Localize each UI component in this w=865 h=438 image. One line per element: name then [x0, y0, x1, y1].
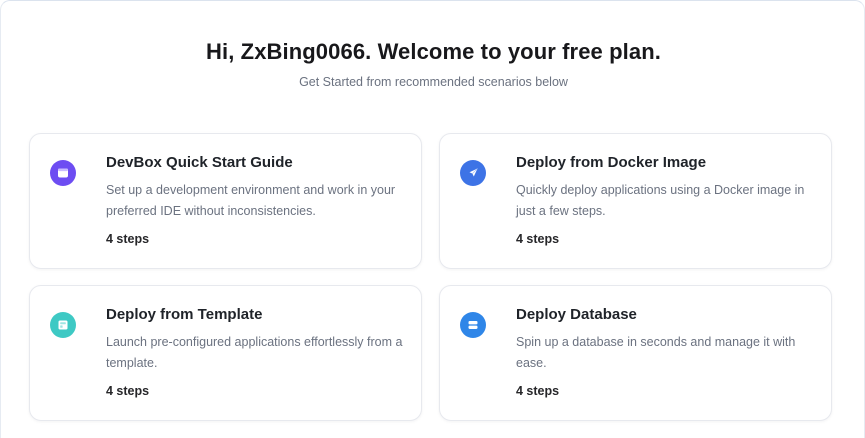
template-icon: [50, 312, 76, 338]
card-title: Deploy Database: [516, 306, 637, 323]
card-description: Spin up a database in seconds and manage…: [516, 335, 796, 370]
card-steps: 4 steps: [516, 232, 560, 246]
welcome-header: Hi, ZxBing0066. Welcome to your free pla…: [1, 39, 865, 89]
page-frame: Hi, ZxBing0066. Welcome to your free pla…: [0, 0, 865, 438]
deploy-docker-image-card[interactable]: Deploy from Docker Image Quickly deploy …: [439, 133, 832, 269]
deploy-template-card[interactable]: Deploy from Template Launch pre-configur…: [29, 285, 422, 421]
devbox-quick-start-card[interactable]: DevBox Quick Start Guide Set up a develo…: [29, 133, 422, 269]
card-description: Set up a development environment and wor…: [106, 183, 396, 218]
card-steps: 4 steps: [106, 232, 150, 246]
card-description: Quickly deploy applications using a Dock…: [516, 183, 805, 218]
card-title: Deploy from Docker Image: [516, 154, 707, 171]
card-title: Deploy from Template: [106, 306, 263, 323]
deploy-database-card[interactable]: Deploy Database Spin up a database in se…: [439, 285, 832, 421]
devbox-icon: [50, 160, 76, 186]
page-title: Hi, ZxBing0066. Welcome to your free pla…: [206, 39, 661, 64]
database-icon: [460, 312, 486, 338]
card-steps: 4 steps: [516, 384, 560, 398]
card-description: Launch pre-configured applications effor…: [106, 335, 403, 370]
rocket-icon: [460, 160, 486, 186]
page-subtitle: Get Started from recommended scenarios b…: [299, 75, 568, 89]
card-steps: 4 steps: [106, 384, 150, 398]
card-title: DevBox Quick Start Guide: [106, 154, 293, 171]
